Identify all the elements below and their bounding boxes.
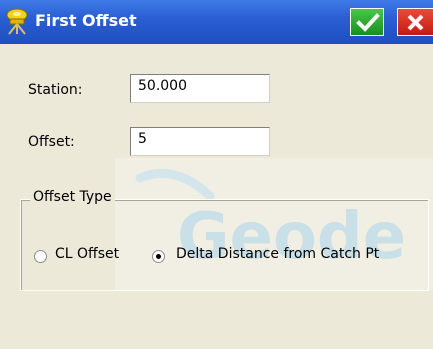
ok-button[interactable] — [350, 8, 384, 36]
station-label: Station: — [28, 82, 83, 98]
close-button[interactable] — [397, 8, 433, 36]
cl-offset-label[interactable]: CL Offset — [55, 246, 119, 262]
offset-type-legend: Offset Type — [30, 189, 115, 205]
first-offset-dialog: First Offset Geode Station: 50.000 Offse… — [0, 0, 433, 349]
station-field[interactable]: 50.000 — [130, 74, 270, 103]
offset-label: Offset: — [28, 134, 75, 150]
delta-distance-label[interactable]: Delta Distance from Catch Pt — [176, 246, 379, 262]
radio-selected-dot — [156, 254, 161, 259]
survey-instrument-icon — [4, 7, 30, 35]
cl-offset-radio[interactable] — [34, 250, 47, 263]
delta-distance-radio[interactable] — [152, 250, 165, 263]
offset-field[interactable]: 5 — [130, 127, 270, 156]
offset-type-group — [20, 199, 429, 291]
title-bar[interactable]: First Offset — [0, 0, 433, 44]
checkmark-icon — [356, 13, 380, 32]
close-icon — [407, 14, 424, 31]
window-title: First Offset — [35, 11, 137, 30]
